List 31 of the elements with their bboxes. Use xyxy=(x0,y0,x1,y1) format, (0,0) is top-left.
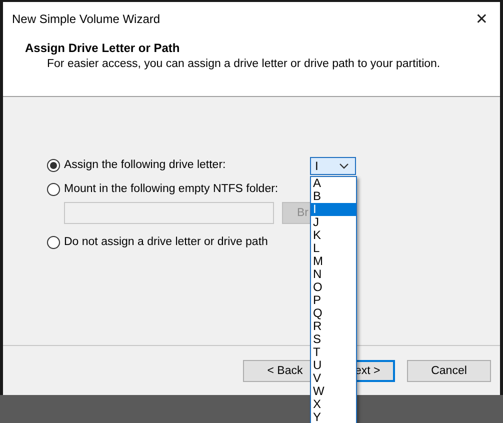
dropdown-item[interactable]: S xyxy=(311,333,356,346)
dropdown-item[interactable]: A xyxy=(311,177,356,190)
page-subtitle: For easier access, you can assign a drive letter or drive path to your partition. xyxy=(46,58,442,70)
dropdown-item[interactable]: N xyxy=(311,268,356,281)
option-label: Assign the following drive letter: xyxy=(64,159,226,171)
radio-button[interactable] xyxy=(47,236,60,248)
dropdown-item[interactable]: L xyxy=(311,242,356,255)
chevron-icon xyxy=(339,163,349,169)
dropdown-item[interactable]: P xyxy=(311,294,356,307)
dropdown-item[interactable]: O xyxy=(311,281,356,294)
wizard-button[interactable]: Cancel xyxy=(407,360,491,382)
close-button[interactable]: ✕ xyxy=(469,10,494,28)
dropdown-item[interactable]: W xyxy=(311,385,356,398)
dropdown-item[interactable]: I xyxy=(311,203,356,216)
dropdown-item[interactable]: X xyxy=(311,398,356,411)
dropdown-item[interactable]: T xyxy=(311,346,356,359)
folder-path-field[interactable] xyxy=(64,202,274,224)
radio-button[interactable] xyxy=(47,158,60,172)
dropdown-item[interactable]: Y xyxy=(311,411,356,423)
page-title: Assign Drive Letter or Path xyxy=(25,41,181,55)
option-label: Mount in the following empty NTFS folder: xyxy=(64,183,278,195)
option-label: Do not assign a drive letter or drive path xyxy=(64,236,268,248)
dropdown-item[interactable]: B xyxy=(311,190,356,203)
dropdown-item[interactable]: R xyxy=(311,320,356,333)
dropdown-item[interactable]: K xyxy=(311,229,356,242)
dropdown-item[interactable]: Q xyxy=(311,307,356,320)
window-title: New Simple Volume Wizard xyxy=(12,12,160,26)
drive-letter-dropdown[interactable]: I xyxy=(310,157,356,175)
dropdown-item[interactable]: J xyxy=(311,216,356,229)
dropdown-item[interactable]: M xyxy=(311,255,356,268)
radio-button[interactable] xyxy=(47,182,60,196)
